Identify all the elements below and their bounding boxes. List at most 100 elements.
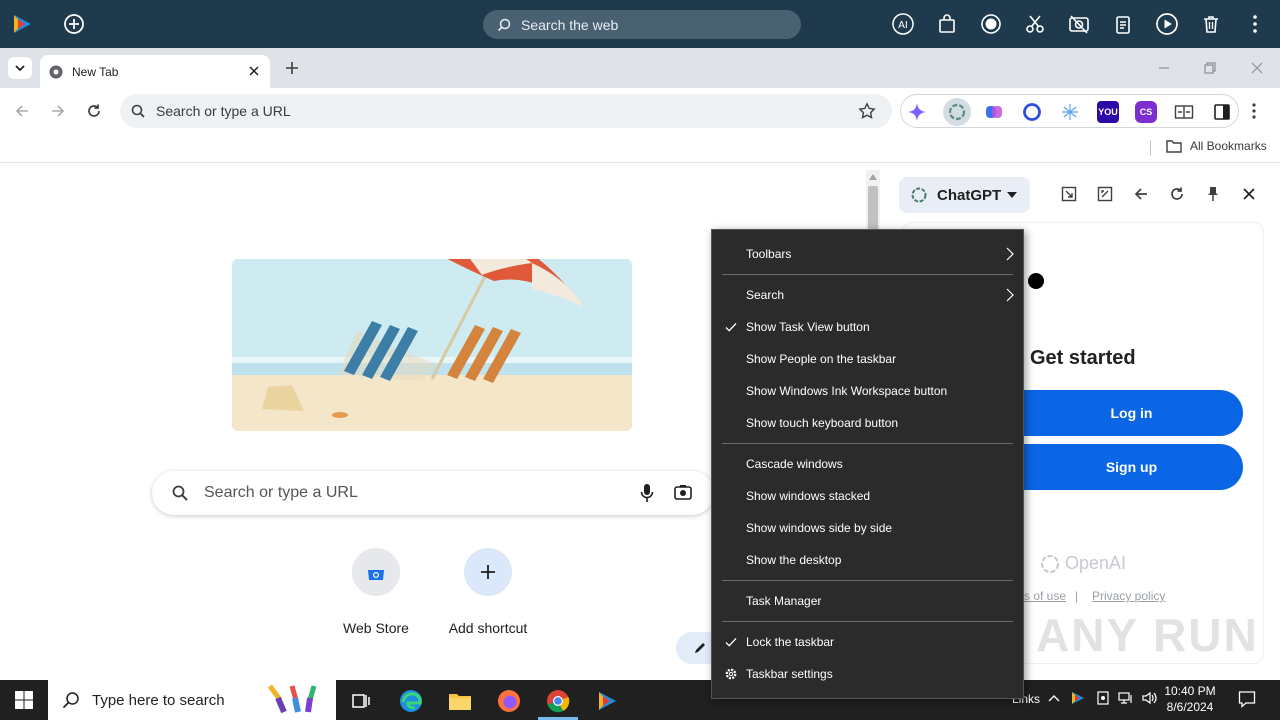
app-launcher-icon[interactable] — [594, 688, 620, 714]
new-tab-plus-icon[interactable] — [283, 59, 301, 77]
omnibox[interactable]: Search or type a URL — [120, 94, 892, 128]
close-window-icon[interactable] — [1250, 61, 1264, 75]
search-icon — [131, 104, 145, 118]
chevron-up-icon[interactable] — [1048, 694, 1060, 702]
ntp-search-box[interactable]: Search or type a URL — [152, 471, 714, 515]
menu-item-show-side-by-side[interactable]: Show windows side by side — [712, 514, 1023, 542]
terms-link[interactable]: s of use — [1024, 589, 1066, 603]
browser-menu-icon[interactable] — [1251, 102, 1257, 120]
side-panel-icon[interactable] — [1211, 101, 1233, 123]
menu-item-show-task-view[interactable]: Show Task View button — [712, 313, 1023, 341]
menu-item-label: Toolbars — [746, 247, 792, 261]
log-in-button[interactable]: Log in — [1000, 390, 1243, 436]
more-vert-icon[interactable] — [1243, 12, 1267, 36]
minimize-icon[interactable] — [1157, 61, 1171, 75]
top-app-bar: Search the web AI — [0, 0, 1280, 48]
edge-icon[interactable] — [398, 688, 424, 714]
task-view-icon[interactable] — [348, 688, 374, 714]
shopping-bag-icon[interactable] — [935, 12, 959, 36]
tab-search-dropdown[interactable] — [8, 57, 32, 79]
record-icon[interactable] — [979, 12, 1003, 36]
get-started-heading: Get started — [1030, 347, 1136, 369]
notifications-icon[interactable] — [1238, 690, 1256, 708]
scroll-up-icon[interactable] — [869, 174, 877, 180]
scissors-icon[interactable] — [1023, 12, 1047, 36]
menu-item-toolbars[interactable]: Toolbars — [712, 240, 1023, 268]
compare-icon[interactable] — [1173, 101, 1195, 123]
bookmarks-bar — [0, 133, 1280, 163]
ai-icon[interactable]: AI — [891, 12, 915, 36]
menu-item-label: Show touch keyboard button — [746, 416, 899, 430]
trash-icon[interactable] — [1199, 12, 1223, 36]
close-tab-icon[interactable] — [246, 63, 262, 79]
bookmarks-divider — [1150, 140, 1151, 156]
shortcut-web-store[interactable]: Web Store — [320, 548, 432, 636]
taskbar-search-box[interactable]: Type here to search — [48, 680, 336, 720]
reload-icon[interactable] — [86, 103, 102, 119]
privacy-link[interactable]: Privacy policy — [1092, 589, 1165, 603]
forward-icon[interactable] — [50, 103, 66, 119]
menu-item-label: Cascade windows — [746, 457, 843, 471]
menu-item-show-touch-keyboard[interactable]: Show touch keyboard button — [712, 409, 1023, 437]
microphone-icon[interactable] — [640, 483, 654, 503]
pin-icon[interactable] — [1204, 185, 1222, 203]
circle-extension-icon[interactable] — [1021, 101, 1043, 123]
app-logo-icon[interactable] — [10, 12, 34, 36]
camera-lens-icon[interactable] — [674, 484, 692, 501]
checkmark-icon — [725, 323, 737, 332]
restore-icon[interactable] — [1203, 61, 1217, 75]
menu-separator — [722, 443, 1013, 444]
chrome-icon — [49, 65, 63, 78]
back-arrow-icon[interactable] — [1132, 185, 1150, 203]
web-search-bar[interactable]: Search the web — [483, 10, 801, 39]
add-circle-icon[interactable] — [62, 12, 86, 36]
menu-item-lock-taskbar[interactable]: Lock the taskbar — [712, 628, 1023, 656]
volume-icon[interactable] — [1142, 691, 1158, 705]
tray-app-icon[interactable] — [1070, 690, 1086, 706]
menu-item-show-windows-stacked[interactable]: Show windows stacked — [712, 482, 1023, 510]
file-explorer-icon[interactable] — [447, 688, 473, 714]
menu-item-task-manager[interactable]: Task Manager — [712, 587, 1023, 615]
menu-item-label: Show the desktop — [746, 553, 842, 567]
chatgpt-extension-icon[interactable] — [943, 98, 971, 126]
gemini-icon[interactable] — [906, 101, 928, 123]
open-in-tab-icon[interactable] — [1060, 185, 1078, 203]
back-icon[interactable] — [14, 103, 30, 119]
menu-item-label: Show Task View button — [746, 320, 870, 334]
windows-start-icon[interactable] — [14, 690, 34, 710]
tab-new-tab[interactable]: New Tab — [40, 55, 270, 88]
firefox-icon[interactable] — [496, 688, 522, 714]
plus-icon — [464, 548, 512, 596]
device-icon[interactable] — [1096, 691, 1110, 705]
menu-item-cascade-windows[interactable]: Cascade windows — [712, 450, 1023, 478]
menu-item-show-desktop[interactable]: Show the desktop — [712, 546, 1023, 574]
copilot-icon[interactable] — [983, 101, 1005, 123]
shortcut-add[interactable]: Add shortcut — [432, 548, 544, 636]
sign-up-button[interactable]: Sign up — [1000, 444, 1243, 490]
close-panel-icon[interactable] — [1240, 185, 1258, 203]
menu-item-show-ink-workspace[interactable]: Show Windows Ink Workspace button — [712, 377, 1023, 405]
menu-item-show-people[interactable]: Show People on the taskbar — [712, 345, 1023, 373]
bookmark-star-icon[interactable] — [858, 102, 876, 120]
camera-off-icon[interactable] — [1067, 12, 1091, 36]
clipboard-icon[interactable] — [1111, 12, 1135, 36]
clock-time: 10:40 PM — [1164, 684, 1216, 698]
tab-title: New Tab — [72, 64, 119, 79]
chatgpt-selector[interactable]: ChatGPT — [899, 177, 1030, 213]
brain-icon[interactable] — [1059, 101, 1081, 123]
cs-icon[interactable]: CS — [1135, 101, 1157, 123]
menu-item-taskbar-settings[interactable]: Taskbar settings — [712, 660, 1023, 688]
chevron-right-icon — [1006, 247, 1014, 261]
chrome-taskbar-icon[interactable] — [545, 688, 571, 714]
you-icon[interactable]: YOU — [1097, 101, 1119, 123]
play-circle-icon[interactable] — [1155, 12, 1179, 36]
all-bookmarks-button[interactable]: All Bookmarks — [1166, 139, 1267, 153]
taskbar-clock[interactable]: 10:40 PM 8/6/2024 — [1158, 683, 1222, 715]
refresh-icon[interactable] — [1168, 185, 1186, 203]
web-store-icon — [352, 548, 400, 596]
chatgpt-selector-label: ChatGPT — [937, 186, 1002, 204]
menu-item-search[interactable]: Search — [712, 281, 1023, 309]
network-icon[interactable] — [1118, 691, 1134, 705]
scrollbar-thumb[interactable] — [868, 186, 878, 232]
expand-icon[interactable] — [1096, 185, 1114, 203]
